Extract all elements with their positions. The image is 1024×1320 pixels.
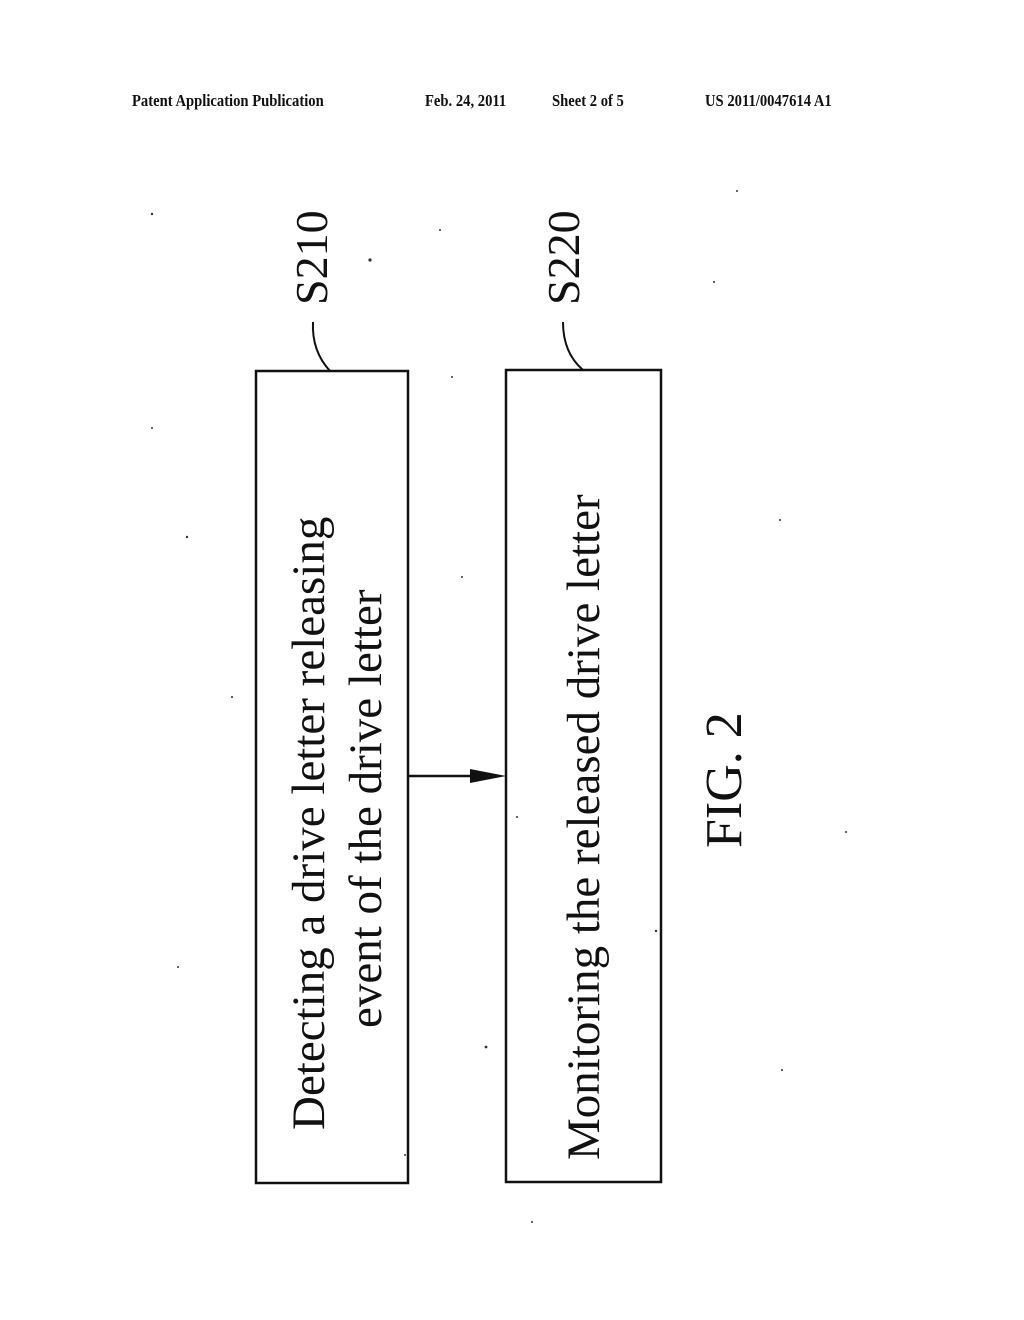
step-s220-leader-line xyxy=(562,321,584,371)
step-s210-id: S210 xyxy=(286,210,337,305)
arrow-s210-to-s220 xyxy=(408,769,506,783)
figure-label: FIG. 2 xyxy=(696,712,753,848)
step-s210-leader-line xyxy=(311,321,331,372)
step-s210-text-line1: Detecting a drive letter releasing xyxy=(283,517,335,1130)
flowchart: S210 Detecting a drive letter releasing … xyxy=(150,190,847,1223)
step-s220-text-line1: Monitoring the released drive letter xyxy=(558,494,610,1160)
step-s210: S210 Detecting a drive letter releasing … xyxy=(254,210,410,1185)
step-s210-text-line2: event of the drive letter xyxy=(340,589,392,1028)
step-s220-id: S220 xyxy=(538,210,589,305)
step-s220: S220 Monitoring the released drive lette… xyxy=(504,210,663,1184)
